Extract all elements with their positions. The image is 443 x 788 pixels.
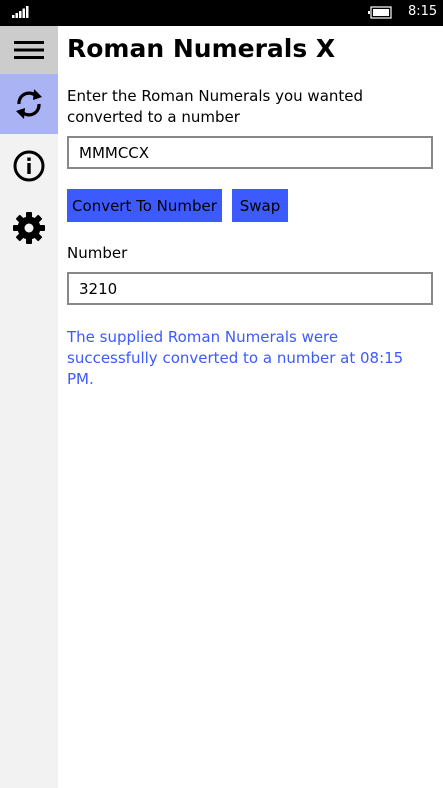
status-bar: 8:15 — [0, 0, 443, 26]
gear-icon — [13, 212, 45, 244]
sidebar — [0, 26, 58, 788]
roman-numerals-input[interactable] — [67, 136, 433, 169]
roman-input-prompt: Enter the Roman Numerals you wanted conv… — [67, 87, 364, 126]
status-clock: 8:15 — [408, 4, 438, 19]
number-output-field[interactable] — [67, 272, 433, 305]
signal-strength-icon — [12, 6, 29, 18]
conversion-status-message: The supplied Roman Numerals were success… — [67, 328, 404, 388]
swap-button[interactable]: Swap — [232, 189, 288, 222]
sidebar-item-about[interactable] — [0, 140, 58, 192]
number-label: Number — [67, 244, 128, 262]
sidebar-item-convert[interactable] — [0, 74, 58, 134]
refresh-icon — [16, 89, 42, 119]
battery-charging-icon — [368, 6, 392, 19]
hamburger-menu-icon — [14, 41, 44, 59]
info-icon — [13, 150, 45, 182]
sidebar-item-settings[interactable] — [0, 202, 58, 254]
hamburger-menu-button[interactable] — [0, 26, 58, 74]
convert-to-number-button[interactable]: Convert To Number — [67, 189, 222, 222]
page-title: Roman Numerals X — [67, 34, 336, 63]
